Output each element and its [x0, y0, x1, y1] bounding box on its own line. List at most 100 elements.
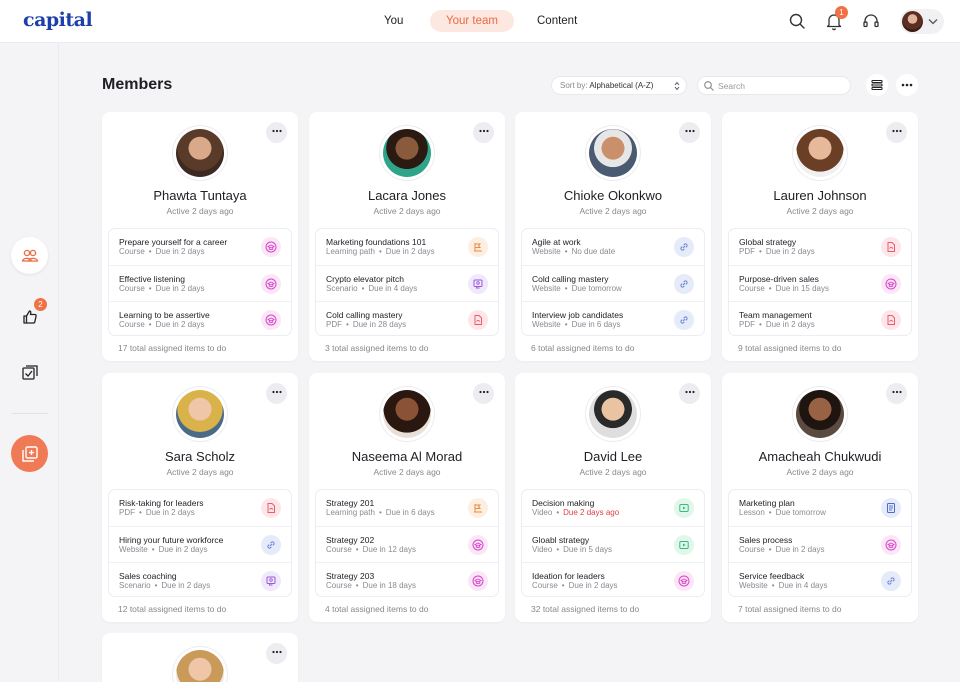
- search-input[interactable]: [718, 79, 846, 93]
- card-more-button[interactable]: [266, 383, 287, 404]
- assigned-item[interactable]: Team management PDF • Due in 2 days: [729, 301, 911, 337]
- assigned-item[interactable]: Marketing foundations 101 Learning path •…: [316, 229, 498, 265]
- search-icon[interactable]: [786, 10, 808, 32]
- member-name[interactable]: Amacheah Chukwudi: [722, 449, 918, 464]
- course-icon: [261, 237, 281, 257]
- scenario-icon: [261, 571, 281, 591]
- tab-you[interactable]: You: [368, 10, 419, 32]
- item-meta: Course • Due in 18 days: [326, 581, 416, 590]
- member-name[interactable]: Chioke Okonkwo: [515, 188, 711, 203]
- assigned-item[interactable]: Interview job candidates Website • Due in …: [522, 301, 704, 337]
- card-more-button[interactable]: [266, 643, 287, 664]
- assigned-item[interactable]: Crypto elevator pitch Scenario • Due in 4 …: [316, 265, 498, 301]
- card-more-button[interactable]: [886, 122, 907, 143]
- assigned-item[interactable]: Risk-taking for leaders PDF • Due in 2 day…: [109, 490, 291, 526]
- item-due: Due tomorrow: [571, 284, 622, 293]
- item-title: Sales process: [739, 535, 793, 545]
- member-name[interactable]: Lauren Johnson: [722, 188, 918, 203]
- assigned-item[interactable]: Ideation for leaders Course • Due in 2 day…: [522, 562, 704, 598]
- member-name[interactable]: Phawta Tuntaya: [102, 188, 298, 203]
- item-due: Due in 5 days: [563, 545, 613, 554]
- capital-logo[interactable]: capital: [23, 9, 93, 31]
- total-assigned-count: 17 total assigned items to do: [118, 343, 227, 353]
- member-card[interactable]: Chioke Okonkwo Active 2 days ago Agile a…: [515, 112, 711, 361]
- assigned-item[interactable]: Purpose-driven sales Course • Due in 15 da…: [729, 265, 911, 301]
- member-avatar[interactable]: [793, 387, 847, 441]
- member-avatar[interactable]: [793, 126, 847, 180]
- member-avatar[interactable]: [586, 126, 640, 180]
- member-card[interactable]: Lacara Jones Active 2 days ago Marketing…: [309, 112, 505, 361]
- sidebar-item-team[interactable]: [11, 237, 48, 274]
- item-type: Course: [119, 247, 145, 256]
- assigned-item[interactable]: Learning to be assertive Course • Due in 2…: [109, 301, 291, 337]
- sidebar-item-likes[interactable]: 2: [11, 298, 48, 335]
- assigned-item[interactable]: Strategy 203 Course • Due in 18 days: [316, 562, 498, 598]
- sidebar-item-tasks[interactable]: [11, 354, 48, 391]
- assigned-item[interactable]: Marketing plan Lesson • Due tomorrow: [729, 490, 911, 526]
- more-horizontal-icon: [684, 385, 696, 403]
- member-avatar[interactable]: [380, 387, 434, 441]
- notification-bell-icon[interactable]: 1: [823, 6, 848, 32]
- assigned-item[interactable]: Sales process Course • Due in 2 days: [729, 526, 911, 562]
- tab-your-team[interactable]: Your team: [430, 10, 514, 32]
- headset-support-icon[interactable]: [860, 10, 882, 32]
- assigned-item[interactable]: Hiring your future workforce Website • Due…: [109, 526, 291, 562]
- user-menu[interactable]: [900, 9, 944, 34]
- item-meta: Website • Due in 4 days: [739, 581, 828, 590]
- member-name[interactable]: Lacara Jones: [309, 188, 505, 203]
- learning-path-icon: [468, 237, 488, 257]
- member-card[interactable]: Sara Scholz Active 2 days ago Risk-takin…: [102, 373, 298, 622]
- member-avatar[interactable]: [586, 387, 640, 441]
- member-name[interactable]: Naseema Al Morad: [309, 449, 505, 464]
- card-more-button[interactable]: [473, 383, 494, 404]
- assigned-item[interactable]: Cold calling mastery Website • Due tomorro…: [522, 265, 704, 301]
- card-more-button[interactable]: [266, 122, 287, 143]
- item-title: Strategy 201: [326, 498, 375, 508]
- assigned-item[interactable]: Decision making Video • Due 2 days ago: [522, 490, 704, 526]
- card-more-button[interactable]: [679, 383, 700, 404]
- member-avatar[interactable]: [173, 387, 227, 441]
- item-type: Scenario: [119, 581, 151, 590]
- member-card[interactable]: David Lee Active 2 days ago Decision mak…: [515, 373, 711, 622]
- member-card[interactable]: Amacheah Chukwudi Active 2 days ago Mark…: [722, 373, 918, 622]
- assigned-item[interactable]: Prepare yourself for a career Course • Due…: [109, 229, 291, 265]
- assigned-item[interactable]: Strategy 201 Learning path • Due in 6 days: [316, 490, 498, 526]
- item-title: Learning to be assertive: [119, 310, 210, 320]
- card-more-button[interactable]: [886, 383, 907, 404]
- list-view-button[interactable]: [866, 74, 888, 96]
- more-horizontal-icon: [478, 124, 490, 142]
- sidebar-item-add-content[interactable]: [11, 435, 48, 472]
- item-meta: PDF • Due in 2 days: [739, 320, 815, 329]
- assigned-item[interactable]: Global strategy PDF • Due in 2 days: [729, 229, 911, 265]
- member-last-active: Active 2 days ago: [579, 467, 647, 477]
- member-last-active: Active 2 days ago: [166, 206, 234, 216]
- member-search[interactable]: [697, 76, 851, 95]
- item-type: Website: [739, 581, 768, 590]
- member-avatar[interactable]: [173, 647, 227, 682]
- assigned-item[interactable]: Agile at work Website • No due date: [522, 229, 704, 265]
- assigned-item[interactable]: Gloabl strategy Video • Due in 5 days: [522, 526, 704, 562]
- member-card[interactable]: Naseema Al Morad Active 2 days ago Strat…: [309, 373, 505, 622]
- assigned-item[interactable]: Service feedback Website • Due in 4 days: [729, 562, 911, 598]
- item-meta: Course • Due in 2 days: [739, 545, 825, 554]
- assigned-item[interactable]: Strategy 202 Course • Due in 12 days: [316, 526, 498, 562]
- member-avatar[interactable]: [173, 126, 227, 180]
- card-more-button[interactable]: [679, 122, 700, 143]
- tab-content[interactable]: Content: [521, 10, 593, 32]
- member-avatar[interactable]: [380, 126, 434, 180]
- assigned-item[interactable]: Effective listening Course • Due in 2 days: [109, 265, 291, 301]
- item-due: Due in 12 days: [362, 545, 416, 554]
- card-more-button[interactable]: [473, 122, 494, 143]
- member-name[interactable]: David Lee: [515, 449, 711, 464]
- course-icon: [881, 274, 901, 294]
- member-card[interactable]: [102, 633, 298, 682]
- assigned-item[interactable]: Cold calling mastery PDF • Due in 28 days: [316, 301, 498, 337]
- more-options-button[interactable]: [896, 74, 918, 96]
- member-card[interactable]: Lauren Johnson Active 2 days ago Global …: [722, 112, 918, 361]
- assigned-item[interactable]: Sales coaching Scenario • Due in 2 days: [109, 562, 291, 598]
- member-last-active: Active 2 days ago: [373, 206, 441, 216]
- sort-dropdown[interactable]: Sort by: Alphabetical (A-Z): [551, 76, 687, 95]
- member-name[interactable]: Sara Scholz: [102, 449, 298, 464]
- sidebar-divider: [12, 413, 48, 414]
- member-card[interactable]: Phawta Tuntaya Active 2 days ago Prepare…: [102, 112, 298, 361]
